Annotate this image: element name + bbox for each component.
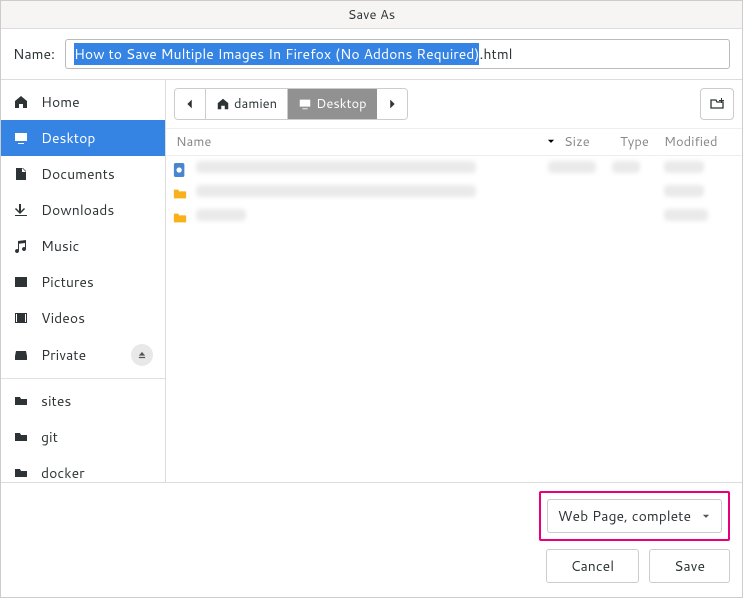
file-list: ........	[166, 156, 742, 482]
sidebar-item-label: Downloads	[41, 200, 114, 220]
sidebar-item-label: git	[41, 427, 58, 447]
path-segment-label: Desktop	[316, 95, 367, 113]
column-header-type[interactable]: Type	[620, 133, 664, 151]
folder-icon	[172, 186, 188, 202]
sidebar-item-label: Videos	[41, 308, 85, 328]
home-icon	[13, 94, 29, 110]
file-name: .	[196, 185, 540, 203]
filename-selected-text: How to Save Multiple Images In Firefox (…	[74, 43, 480, 65]
sidebar-item-documents[interactable]: Documents	[1, 156, 165, 192]
bottom-bar: Web Page, complete Cancel Save	[1, 483, 742, 597]
file-size: .	[548, 161, 604, 179]
desktop-icon	[298, 97, 312, 111]
file-modified: .	[664, 161, 736, 179]
save-button[interactable]: Save	[649, 549, 730, 583]
desktop-icon	[13, 130, 29, 146]
dialog-title: Save As	[348, 6, 396, 24]
column-header-size[interactable]: Size	[564, 133, 620, 151]
filename-input[interactable]: How to Save Multiple Images In Firefox (…	[65, 39, 730, 69]
sidebar-item-pictures[interactable]: Pictures	[1, 264, 165, 300]
music-icon	[13, 238, 29, 254]
drive-icon	[13, 347, 29, 363]
file-modified: .	[664, 185, 736, 203]
format-highlight: Web Page, complete	[539, 491, 730, 541]
sidebar-item-git[interactable]: git	[1, 419, 165, 455]
pathbar-row: damien Desktop	[166, 80, 742, 128]
places-sidebar: Home Desktop Documents Downloads Music Pictur…	[1, 80, 166, 482]
sidebar-item-label: Pictures	[41, 272, 94, 292]
home-icon	[216, 97, 230, 111]
folder-icon	[13, 465, 29, 481]
path-back-button[interactable]	[175, 89, 206, 119]
filename-extension: .html	[479, 44, 512, 64]
sidebar-bookmarks-section: sites git docker	[1, 378, 165, 482]
file-format-select[interactable]: Web Page, complete	[547, 499, 722, 533]
pathbar: damien Desktop	[174, 88, 408, 120]
file-format-label: Web Page, complete	[558, 506, 691, 526]
path-segment-desktop[interactable]: Desktop	[288, 89, 377, 119]
column-header-modified[interactable]: Modified	[664, 133, 736, 151]
sidebar-item-label: Music	[41, 236, 79, 256]
file-type: .	[612, 161, 656, 179]
save-as-dialog: Save As Name: How to Save Multiple Image…	[0, 0, 743, 598]
file-modified: .	[664, 209, 736, 227]
sidebar-item-label: docker	[41, 463, 85, 482]
videos-icon	[13, 310, 29, 326]
path-segment-home[interactable]: damien	[206, 89, 288, 119]
document-icon	[172, 162, 188, 178]
folder-icon	[13, 429, 29, 445]
sidebar-places-section: Home Desktop Documents Downloads Music Pictur…	[1, 80, 165, 378]
chevron-left-icon	[183, 97, 197, 111]
new-folder-button[interactable]	[700, 88, 734, 120]
file-name: .	[196, 209, 540, 227]
sidebar-item-downloads[interactable]: Downloads	[1, 192, 165, 228]
format-row: Web Page, complete	[13, 491, 730, 541]
sidebar-item-label: Desktop	[41, 128, 95, 148]
caret-down-icon	[701, 511, 711, 521]
file-browser: damien Desktop Name Size Type Modified	[166, 80, 742, 482]
sidebar-item-private[interactable]: Private	[1, 336, 165, 374]
documents-icon	[13, 166, 29, 182]
body: Home Desktop Documents Downloads Music Pictur…	[1, 79, 742, 483]
filename-label: Name:	[13, 44, 55, 64]
cancel-button[interactable]: Cancel	[546, 549, 640, 583]
folder-icon	[172, 210, 188, 226]
titlebar: Save As	[1, 1, 742, 29]
action-row: Cancel Save	[13, 549, 730, 583]
eject-icon	[137, 350, 147, 360]
file-row[interactable]: ..	[172, 182, 736, 206]
column-header-name[interactable]: Name	[172, 133, 564, 151]
sidebar-item-label: Private	[41, 345, 86, 365]
sidebar-item-docker[interactable]: docker	[1, 455, 165, 482]
sidebar-item-label: Home	[41, 92, 80, 112]
sort-indicator-icon	[546, 133, 556, 151]
file-row[interactable]: ..	[172, 206, 736, 230]
new-folder-icon	[709, 96, 725, 112]
downloads-icon	[13, 202, 29, 218]
file-list-header: Name Size Type Modified	[166, 128, 742, 156]
sidebar-item-label: Documents	[41, 164, 115, 184]
sidebar-item-label: sites	[41, 391, 71, 411]
eject-button[interactable]	[131, 344, 153, 366]
sidebar-item-sites[interactable]: sites	[1, 383, 165, 419]
sidebar-item-desktop[interactable]: Desktop	[1, 120, 165, 156]
path-segment-label: damien	[234, 95, 277, 113]
file-name: .	[196, 161, 540, 179]
sidebar-item-videos[interactable]: Videos	[1, 300, 165, 336]
sidebar-item-home[interactable]: Home	[1, 84, 165, 120]
file-row[interactable]: ....	[172, 158, 736, 182]
chevron-right-icon	[385, 97, 399, 111]
path-forward-button[interactable]	[377, 89, 407, 119]
pictures-icon	[13, 274, 29, 290]
filename-row: Name: How to Save Multiple Images In Fir…	[1, 29, 742, 79]
sidebar-item-music[interactable]: Music	[1, 228, 165, 264]
folder-icon	[13, 393, 29, 409]
